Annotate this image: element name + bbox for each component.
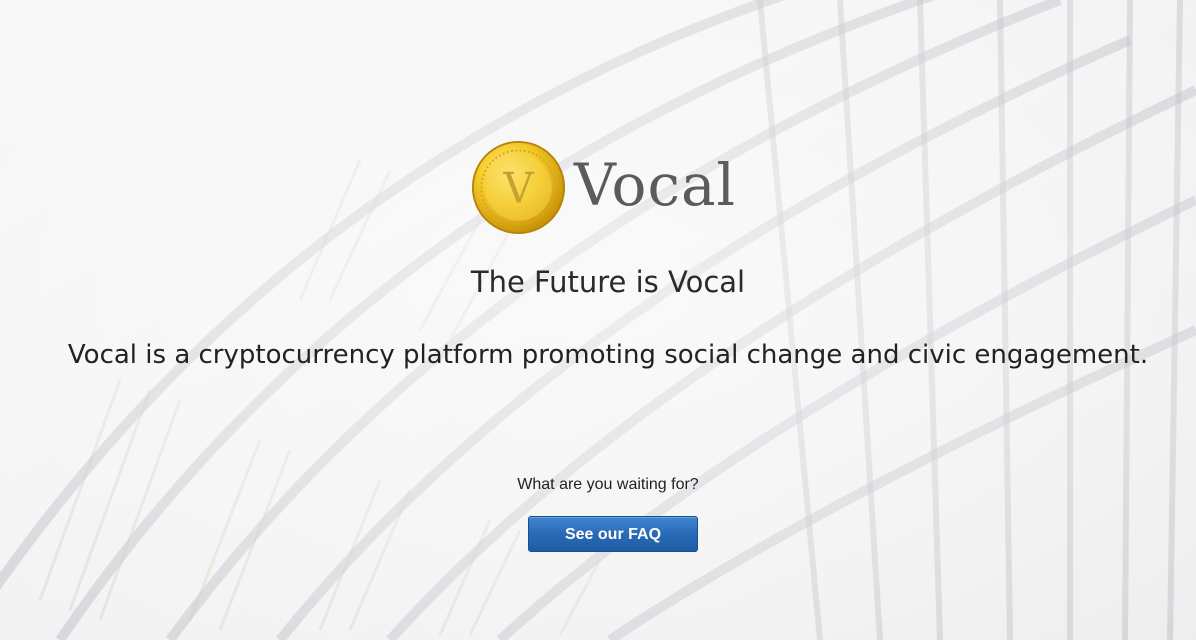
cta-prompt: What are you waiting for? <box>517 476 699 493</box>
gold-coin-icon: V <box>471 140 566 234</box>
coin-letter: V <box>502 163 534 212</box>
brand-name: Vocal <box>574 151 737 219</box>
tagline: The Future is Vocal <box>470 265 746 299</box>
see-faq-button[interactable]: See our FAQ <box>528 516 698 552</box>
description: Vocal is a cryptocurrency platform promo… <box>67 340 1149 370</box>
vocal-logo: V Vocal <box>471 139 736 235</box>
hero-section: V Vocal The Future is Vocal Vocal is a c… <box>0 0 1196 640</box>
